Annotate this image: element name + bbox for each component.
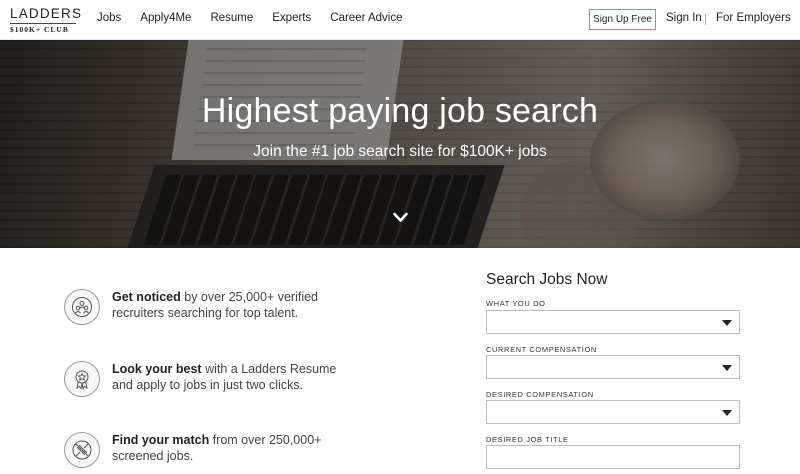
feature-heading: Look your best bbox=[112, 362, 202, 376]
nav-jobs[interactable]: Jobs bbox=[97, 12, 121, 24]
feature-look-your-best: Look your best with a Ladders Resume and… bbox=[64, 361, 354, 401]
desired-compensation-select[interactable] bbox=[486, 400, 740, 424]
chevron-down-icon[interactable] bbox=[393, 212, 408, 223]
main-nav: Jobs Apply4Me Resume Experts Career Advi… bbox=[97, 12, 422, 24]
feature-heading: Get noticed bbox=[112, 290, 181, 304]
feature-find-your-match: Find your match from over 250,000+ scree… bbox=[64, 432, 354, 472]
nav-experts[interactable]: Experts bbox=[272, 12, 311, 24]
ladders-logo[interactable]: LADDERS $100K+ CLUB bbox=[10, 6, 81, 34]
feature-text: Find your match from over 250,000+ scree… bbox=[112, 432, 352, 464]
nav-apply4me[interactable]: Apply4Me bbox=[140, 12, 191, 24]
match-icon bbox=[64, 432, 100, 468]
feature-heading: Find your match bbox=[112, 433, 210, 447]
nav-career-advice[interactable]: Career Advice bbox=[330, 12, 402, 24]
field-label-current-compensation: CURRENT COMPENSATION bbox=[486, 345, 597, 354]
logo-tagline: $100K+ CLUB bbox=[10, 25, 69, 34]
recruiters-icon bbox=[64, 289, 100, 325]
sign-in-link[interactable]: Sign In bbox=[666, 12, 702, 24]
award-ribbon-icon bbox=[64, 361, 100, 397]
desired-job-title-input[interactable] bbox=[486, 445, 740, 469]
caret-down-icon bbox=[722, 320, 732, 326]
feature-get-noticed: Get noticed by over 25,000+ verified rec… bbox=[64, 289, 354, 329]
logo-wordmark: LADDERS bbox=[10, 6, 83, 21]
search-form-title: Search Jobs Now bbox=[486, 271, 608, 288]
hero-title: Highest paying job search bbox=[201, 92, 599, 130]
caret-down-icon bbox=[722, 410, 732, 416]
field-label-desired-job-title: DESIRED JOB TITLE bbox=[486, 435, 569, 444]
hero-banner: Highest paying job search Join the #1 jo… bbox=[0, 40, 800, 248]
site-header: LADDERS $100K+ CLUB Jobs Apply4Me Resume… bbox=[0, 0, 800, 40]
for-employers-link[interactable]: For Employers bbox=[716, 12, 791, 24]
field-label-desired-compensation: DESIRED COMPENSATION bbox=[486, 390, 594, 399]
what-you-do-select[interactable] bbox=[486, 310, 740, 334]
sign-up-button[interactable]: Sign Up Free bbox=[589, 9, 656, 30]
field-label-what-you-do: WHAT YOU DO bbox=[486, 299, 546, 308]
nav-resume[interactable]: Resume bbox=[210, 12, 253, 24]
header-divider bbox=[705, 14, 706, 25]
caret-down-icon bbox=[722, 365, 732, 371]
logo-rule bbox=[10, 23, 76, 24]
current-compensation-select[interactable] bbox=[486, 355, 740, 379]
hero-subtitle: Join the #1 job search site for $100K+ j… bbox=[253, 143, 547, 160]
feature-text: Look your best with a Ladders Resume and… bbox=[112, 361, 352, 393]
feature-text: Get noticed by over 25,000+ verified rec… bbox=[112, 289, 352, 321]
